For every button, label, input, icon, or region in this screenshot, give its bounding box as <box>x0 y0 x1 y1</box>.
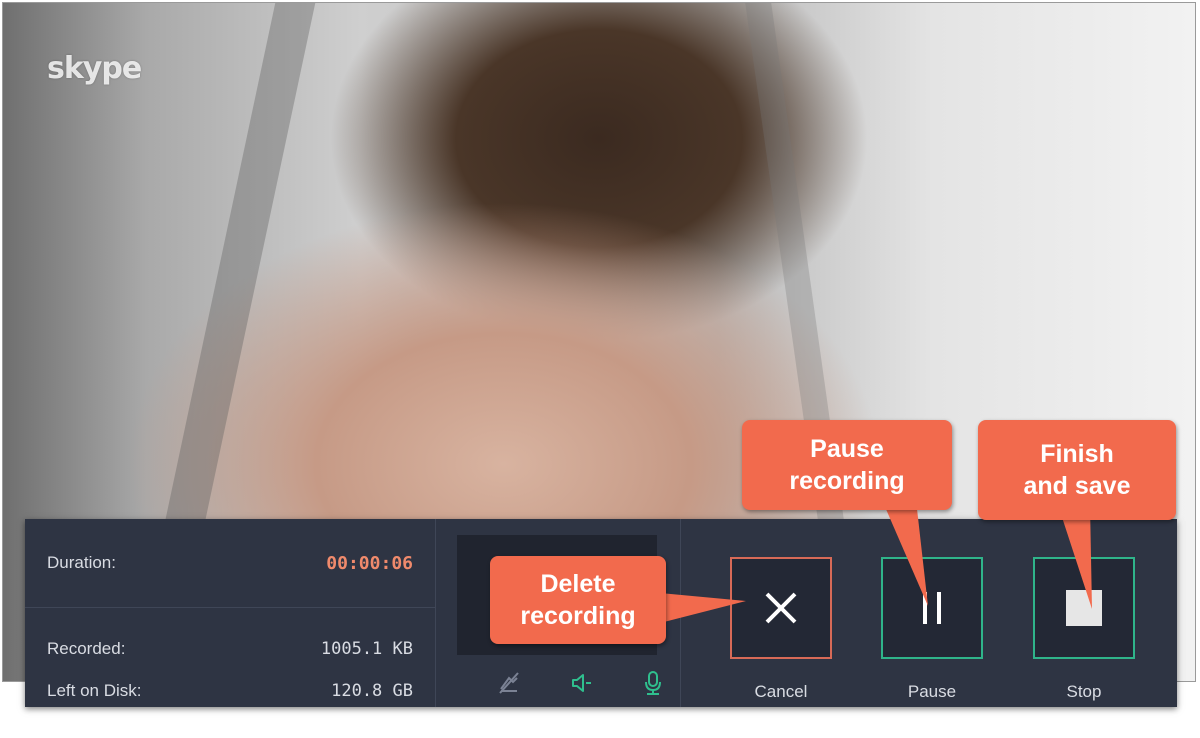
recorded-label: Recorded: <box>47 639 126 658</box>
delete-callout-pointer <box>660 593 746 623</box>
finish-and-save-callout: Finish and save <box>978 420 1176 520</box>
recording-stats: Duration: 00:00:06 Recorded: 1005.1 KB L… <box>25 519 436 707</box>
recorded-row: Recorded: 1005.1 KB <box>47 639 413 659</box>
microphone-icon[interactable] <box>639 669 667 697</box>
pause-callout-pointer <box>882 500 928 606</box>
input-toggles <box>457 661 667 701</box>
skype-logo: skype <box>47 51 142 86</box>
pause-callout-line1: Pause <box>810 435 884 463</box>
webcam-off-icon[interactable] <box>495 669 523 697</box>
stop-label: Stop <box>1066 682 1102 701</box>
delete-recording-callout: Delete recording <box>490 556 666 644</box>
duration-row: Duration: 00:00:06 <box>47 553 413 574</box>
finish-callout-line1: Finish <box>1040 440 1114 468</box>
speaker-icon[interactable] <box>567 669 595 697</box>
stats-divider <box>25 607 435 608</box>
disk-row: Left on Disk: 120.8 GB <box>47 681 413 701</box>
delete-callout-line2: recording <box>520 602 636 630</box>
finish-callout-line2: and save <box>1023 472 1131 500</box>
pause-label: Pause <box>907 682 957 701</box>
cancel-label: Cancel <box>754 682 808 701</box>
finish-callout-pointer <box>1058 505 1092 609</box>
pause-callout-line2: recording <box>789 467 905 495</box>
delete-callout-line1: Delete <box>540 570 616 598</box>
duration-label: Duration: <box>47 553 116 572</box>
disk-label: Left on Disk: <box>47 681 142 700</box>
disk-value: 120.8 GB <box>331 681 413 701</box>
duration-value: 00:00:06 <box>326 553 413 574</box>
pause-recording-callout: Pause recording <box>742 420 952 510</box>
close-icon <box>765 592 797 624</box>
recorded-value: 1005.1 KB <box>320 639 413 659</box>
